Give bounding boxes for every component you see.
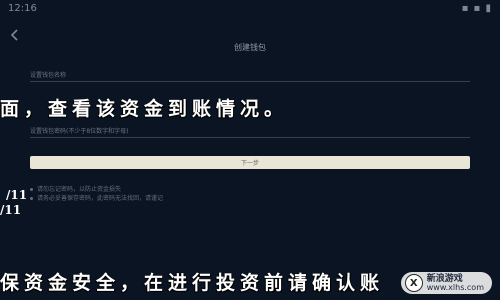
watermark-url: www.xlhs.com — [426, 282, 484, 292]
hint-text: 请务必妥善保存密码，此密码无法找回，请谨记 — [37, 195, 164, 202]
hint-text: 请勿忘记密码，以防止资金损失 — [37, 186, 122, 193]
wallet-password-underline — [30, 137, 470, 138]
status-time: 12:16 — [8, 3, 37, 14]
status-icons: ▪ ▪ ▮ — [461, 3, 492, 14]
overlay-marker: /11 — [0, 203, 22, 217]
wallet-name-underline — [30, 81, 470, 82]
overlay-text-1: 面，查看该资金到账情况。 — [0, 98, 289, 120]
wallet-name-field[interactable]: 设置钱包名称 — [30, 70, 66, 79]
wallet-password-field[interactable]: 设置钱包密码(不少于8位数字和字母) — [30, 126, 129, 135]
watermark-badge: X 新浪游戏 www.xlhs.com — [400, 272, 492, 294]
hint-item: 请务必妥善保存密码，此密码无法找回，请谨记 — [30, 193, 163, 202]
bullet-dot-icon — [30, 188, 33, 191]
status-bar: 12:16 ▪ ▪ ▮ — [0, 0, 500, 18]
bullet-dot-icon — [30, 197, 33, 200]
site-logo-icon: X — [404, 274, 423, 292]
overlay-text-2: 保资金安全，在进行投资前请确认账 — [0, 272, 385, 294]
next-button[interactable]: 下一步 — [30, 156, 470, 169]
overlay-marker: /11 — [6, 188, 28, 202]
back-arrow-icon[interactable] — [8, 28, 22, 42]
hint-item: 请勿忘记密码，以防止资金损失 — [30, 184, 121, 193]
page-title: 创建钱包 — [234, 43, 266, 52]
